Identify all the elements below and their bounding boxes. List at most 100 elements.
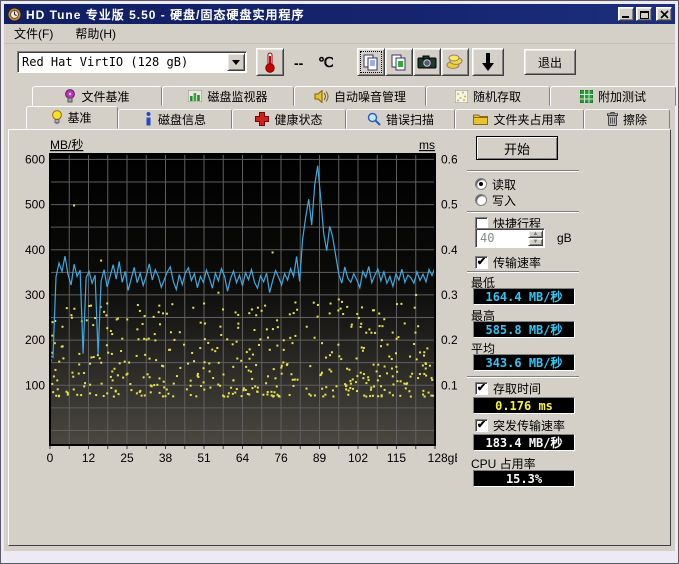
burst-rate-display: 183.4 MB/秒 bbox=[473, 434, 575, 451]
stepper-up-icon[interactable]: ▲ bbox=[528, 230, 543, 238]
tab-file-benchmark[interactable]: 文件基准 bbox=[32, 86, 162, 106]
short-stroke-unit: gB bbox=[557, 231, 572, 245]
temperature-button[interactable] bbox=[256, 48, 284, 76]
tab-label: 基准 bbox=[67, 109, 91, 126]
transfer-rate-row[interactable]: ✔ 传输速率 bbox=[475, 255, 541, 269]
max-label: 最高 bbox=[471, 307, 495, 321]
tab-label: 文件基准 bbox=[81, 88, 129, 105]
tab-disk-info[interactable]: 磁盘信息 bbox=[118, 109, 232, 129]
svg-text:ms: ms bbox=[419, 138, 435, 152]
svg-text:200: 200 bbox=[25, 333, 45, 347]
tab-disk-monitor[interactable]: 磁盘监视器 bbox=[162, 86, 294, 106]
svg-text:0.50: 0.50 bbox=[441, 198, 457, 212]
avg-label: 平均 bbox=[471, 340, 495, 354]
write-radio[interactable] bbox=[475, 194, 487, 206]
tab-label: 自动噪音管理 bbox=[334, 88, 406, 105]
tab-label: 附加测试 bbox=[598, 88, 646, 105]
close-icon bbox=[660, 10, 669, 19]
tab-benchmark[interactable]: 基准 bbox=[26, 106, 118, 129]
separator bbox=[467, 271, 579, 273]
magnifier-icon bbox=[367, 112, 381, 126]
tab-label: 磁盘监视器 bbox=[207, 88, 267, 105]
svg-text:500: 500 bbox=[25, 198, 45, 212]
write-radio-row[interactable]: 写入 bbox=[475, 193, 516, 207]
access-time-label: 存取时间 bbox=[493, 380, 541, 397]
disk-monitor-icon bbox=[188, 90, 202, 102]
hdtune-window: HD Tune 专业版 5.50 - 硬盘/固态硬盘实用程序 文件(F) 帮助(… bbox=[0, 0, 679, 564]
down-arrow-icon bbox=[481, 53, 495, 71]
svg-text:0.10: 0.10 bbox=[441, 378, 457, 392]
max-value-display: 585.8 MB/秒 bbox=[473, 321, 575, 338]
burst-rate-checkbox[interactable]: ✔ bbox=[475, 419, 488, 432]
benchmark-icon bbox=[52, 110, 62, 125]
stepper-down-icon[interactable]: ▼ bbox=[528, 238, 543, 246]
tabrow-bottom: 基准 磁盘信息 健康状态 错误扫描 文件夹占用率 擦除 bbox=[26, 106, 670, 129]
tab-erase[interactable]: 擦除 bbox=[584, 109, 670, 129]
minimize-button[interactable] bbox=[618, 7, 634, 21]
separator bbox=[467, 211, 579, 213]
svg-text:0.60: 0.60 bbox=[441, 152, 457, 166]
copy-image-button[interactable] bbox=[385, 48, 413, 76]
svg-text:76: 76 bbox=[274, 451, 288, 465]
tab-random-access[interactable]: 随机存取 bbox=[426, 86, 550, 106]
window-title: HD Tune 专业版 5.50 - 硬盘/固态硬盘实用程序 bbox=[26, 6, 616, 23]
svg-text:400: 400 bbox=[25, 243, 45, 257]
burst-rate-row[interactable]: ✔ 突发传输速率 bbox=[475, 418, 565, 432]
app-icon bbox=[7, 7, 22, 22]
save-results-button[interactable] bbox=[472, 48, 504, 76]
camera-icon bbox=[417, 55, 437, 69]
svg-text:0.20: 0.20 bbox=[441, 333, 457, 347]
min-value-display: 164.4 MB/秒 bbox=[473, 288, 575, 305]
donate-button[interactable] bbox=[441, 48, 469, 76]
cpu-usage-display: 15.3% bbox=[473, 470, 575, 487]
screenshot-button[interactable] bbox=[413, 48, 441, 76]
info-icon bbox=[144, 112, 153, 126]
svg-text:600: 600 bbox=[25, 152, 45, 166]
thermometer-icon bbox=[264, 51, 276, 73]
copy-text-button[interactable] bbox=[357, 48, 385, 76]
read-label: 读取 bbox=[492, 176, 516, 193]
toolbar: Red Hat VirtIO (128 gB) -- ℃ bbox=[4, 45, 675, 84]
access-time-checkbox[interactable]: ✔ bbox=[475, 382, 488, 395]
tab-label: 擦除 bbox=[623, 111, 647, 128]
benchmark-panel: MB/秒ms6005004003002001000.600.500.400.30… bbox=[8, 129, 671, 546]
svg-text:300: 300 bbox=[25, 288, 45, 302]
read-radio[interactable] bbox=[475, 178, 487, 190]
transfer-rate-checkbox[interactable]: ✔ bbox=[475, 256, 488, 269]
svg-text:100: 100 bbox=[25, 378, 45, 392]
write-label: 写入 bbox=[492, 192, 516, 209]
close-button[interactable] bbox=[656, 7, 672, 21]
svg-text:0: 0 bbox=[47, 451, 54, 465]
folder-icon bbox=[473, 113, 488, 125]
menu-file[interactable]: 文件(F) bbox=[10, 24, 57, 43]
maximize-button[interactable] bbox=[636, 7, 652, 21]
read-radio-row[interactable]: 读取 bbox=[475, 177, 516, 191]
svg-text:89: 89 bbox=[313, 451, 327, 465]
tab-aam[interactable]: 自动噪音管理 bbox=[294, 86, 426, 106]
chevron-down-icon[interactable] bbox=[227, 53, 245, 71]
short-stroke-stepper[interactable]: 40 ▲ ▼ bbox=[475, 228, 545, 248]
separator bbox=[467, 376, 579, 378]
tab-health[interactable]: 健康状态 bbox=[232, 109, 346, 129]
access-time-display: 0.176 ms bbox=[473, 397, 575, 414]
tab-folder-usage[interactable]: 文件夹占用率 bbox=[455, 109, 584, 129]
separator bbox=[467, 170, 579, 172]
exit-button[interactable]: 退出 bbox=[524, 49, 576, 75]
titlebar[interactable]: HD Tune 专业版 5.50 - 硬盘/固态硬盘实用程序 bbox=[4, 4, 675, 24]
tab-error-scan[interactable]: 错误扫描 bbox=[346, 109, 455, 129]
tab-extra-tests[interactable]: 附加测试 bbox=[550, 86, 676, 106]
trash-icon bbox=[607, 112, 618, 126]
benchmark-chart: MB/秒ms6005004003002001000.600.500.400.30… bbox=[9, 130, 457, 475]
avg-value-display: 343.6 MB/秒 bbox=[473, 354, 575, 371]
maximize-icon bbox=[640, 10, 649, 19]
tabrow-top: 文件基准 磁盘监视器 自动噪音管理 随机存取 附加测试 bbox=[32, 85, 676, 106]
temperature-unit: ℃ bbox=[318, 54, 334, 71]
drive-selector[interactable]: Red Hat VirtIO (128 gB) bbox=[17, 51, 247, 73]
drive-selector-value: Red Hat VirtIO (128 gB) bbox=[18, 55, 226, 69]
svg-text:102: 102 bbox=[348, 451, 368, 465]
access-time-row[interactable]: ✔ 存取时间 bbox=[475, 381, 541, 395]
menu-help[interactable]: 帮助(H) bbox=[71, 24, 120, 43]
svg-text:0.40: 0.40 bbox=[441, 243, 457, 257]
start-button[interactable]: 开始 bbox=[476, 136, 558, 160]
tab-label: 文件夹占用率 bbox=[493, 111, 565, 128]
